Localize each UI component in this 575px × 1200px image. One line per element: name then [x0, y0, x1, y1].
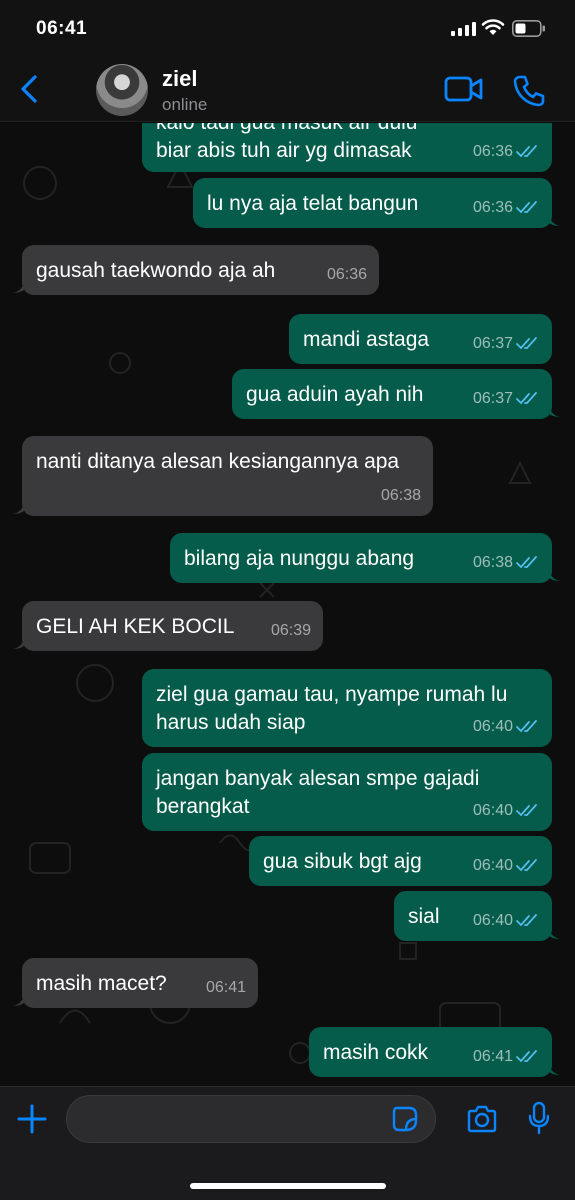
phone-call-icon[interactable] — [512, 74, 546, 108]
message-meta: 06:36 — [327, 261, 367, 289]
cellular-signal-icon — [451, 22, 476, 36]
message-incoming[interactable]: masih macet? 06:41 — [22, 958, 258, 1008]
read-ticks-icon — [516, 1050, 537, 1063]
message-meta: 06:40 — [473, 907, 540, 935]
wifi-icon — [481, 19, 505, 35]
camera-icon[interactable] — [466, 1105, 498, 1133]
message-meta: 06:36 — [473, 138, 540, 166]
message-time: 06:36 — [472, 199, 513, 216]
message-meta: 06:40 — [473, 713, 540, 741]
read-ticks-icon — [516, 145, 537, 158]
message-incoming[interactable]: nanti ditanya alesan kesiangannya apa 06… — [22, 436, 433, 516]
message-meta: 06:39 — [271, 617, 311, 645]
read-ticks-icon — [516, 556, 537, 569]
video-call-icon[interactable] — [444, 74, 484, 104]
message-time: 06:40 — [472, 912, 513, 929]
message-time: 06:38 — [472, 554, 513, 571]
message-time: 06:36 — [472, 143, 513, 160]
bubble-tail — [548, 567, 560, 581]
read-ticks-icon — [516, 337, 537, 350]
message-outgoing[interactable]: sial 06:40 — [394, 891, 552, 941]
status-bar: 06:41 — [0, 0, 575, 56]
message-outgoing[interactable]: kalo tadi gua masuk air dulu biar abis t… — [142, 123, 552, 172]
message-time: 06:40 — [472, 718, 513, 735]
bubble-tail — [13, 635, 25, 649]
chat-area[interactable]: kalo tadi gua masuk air dulu biar abis t… — [0, 123, 575, 1086]
message-meta: 06:41 — [206, 974, 246, 1002]
read-ticks-icon — [516, 914, 537, 927]
chat-header: ziel online — [0, 56, 575, 122]
message-time: 06:37 — [472, 335, 513, 352]
message-time: 06:37 — [472, 390, 513, 407]
message-composer — [0, 1086, 575, 1200]
message-time: 06:38 — [380, 487, 421, 504]
message-time: 06:40 — [472, 857, 513, 874]
message-meta: 06:37 — [473, 330, 540, 358]
message-time: 06:36 — [326, 266, 367, 283]
sticker-icon[interactable] — [392, 1106, 418, 1132]
bubble-tail — [13, 500, 25, 514]
bubble-tail — [548, 212, 560, 226]
message-input[interactable] — [66, 1095, 436, 1143]
contact-name[interactable]: ziel — [162, 66, 197, 92]
message-outgoing[interactable]: masih cokk 06:41 — [309, 1027, 552, 1077]
message-outgoing[interactable]: ziel gua gamau tau, nyampe rumah lu haru… — [142, 669, 552, 747]
message-outgoing[interactable]: gua sibuk bgt ajg 06:40 — [249, 836, 552, 886]
bubble-tail — [13, 279, 25, 293]
read-ticks-icon — [516, 804, 537, 817]
message-incoming[interactable]: GELI AH KEK BOCIL 06:39 — [22, 601, 323, 651]
message-outgoing[interactable]: jangan banyak alesan smpe gajadi berangk… — [142, 753, 552, 831]
message-meta: 06:38 — [381, 482, 421, 510]
message-outgoing[interactable]: bilang aja nunggu abang 06:38 — [170, 533, 552, 583]
read-ticks-icon — [516, 720, 537, 733]
message-time: 06:39 — [270, 622, 311, 639]
read-ticks-icon — [516, 201, 537, 214]
bubble-tail — [13, 992, 25, 1006]
home-indicator — [190, 1183, 386, 1189]
contact-avatar[interactable] — [96, 64, 148, 116]
message-meta: 06:40 — [473, 797, 540, 825]
read-ticks-icon — [516, 392, 537, 405]
message-time: 06:40 — [472, 802, 513, 819]
contact-status: online — [162, 95, 208, 114]
bubble-tail — [548, 403, 560, 417]
message-meta: 06:36 — [473, 194, 540, 222]
bubble-tail — [548, 925, 560, 939]
bubble-tail — [548, 1061, 560, 1075]
message-time: 06:41 — [205, 979, 246, 996]
message-meta: 06:38 — [473, 549, 540, 577]
message-incoming[interactable]: gausah taekwondo aja ah 06:36 — [22, 245, 379, 295]
read-ticks-icon — [516, 859, 537, 872]
status-time: 06:41 — [36, 18, 88, 39]
battery-icon — [512, 20, 545, 37]
message-text: nanti ditanya alesan kesiangannya apa — [36, 450, 400, 473]
microphone-icon[interactable] — [528, 1101, 550, 1135]
back-chevron-icon[interactable] — [18, 74, 42, 104]
message-meta: 06:37 — [473, 385, 540, 413]
message-outgoing[interactable]: mandi astaga 06:37 — [289, 314, 552, 364]
plus-icon[interactable] — [16, 1103, 48, 1135]
message-time: 06:41 — [472, 1048, 513, 1065]
message-meta: 06:40 — [473, 852, 540, 880]
message-outgoing[interactable]: gua aduin ayah nih 06:37 — [232, 369, 552, 419]
message-meta: 06:41 — [473, 1043, 540, 1071]
message-outgoing[interactable]: lu nya aja telat bangun 06:36 — [193, 178, 552, 228]
